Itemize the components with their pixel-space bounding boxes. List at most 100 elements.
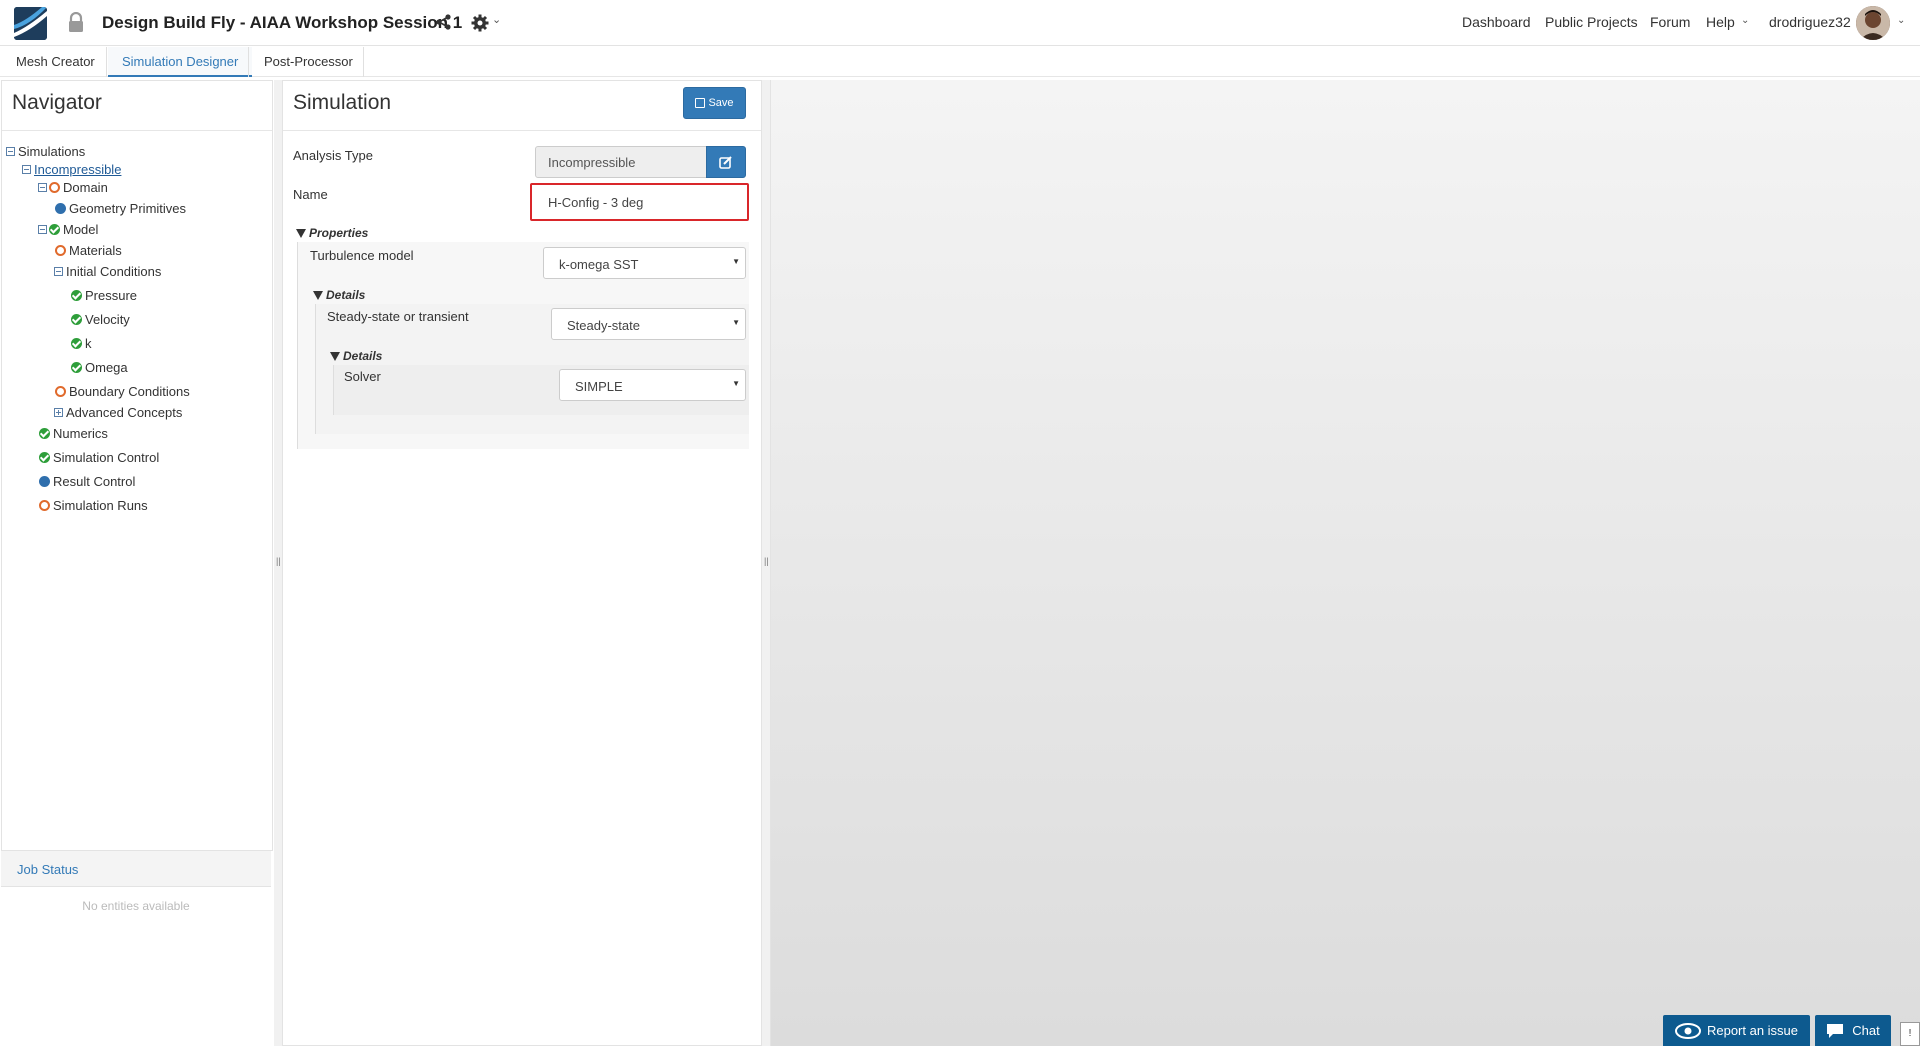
status-ok-icon bbox=[39, 427, 50, 439]
status-ok-icon bbox=[71, 337, 82, 349]
collapse-icon[interactable] bbox=[38, 182, 47, 192]
status-ok-icon bbox=[71, 361, 82, 373]
tree-label: Velocity bbox=[85, 311, 130, 327]
tree-label: Advanced Concepts bbox=[66, 404, 183, 420]
chevron-down-icon[interactable]: ⌄ bbox=[492, 13, 501, 26]
tree-item-simulation-runs[interactable]: Simulation Runs bbox=[37, 497, 148, 513]
status-ok-icon bbox=[71, 313, 82, 325]
tree-item-simulations[interactable]: Simulations bbox=[6, 143, 85, 159]
tree-item-k[interactable]: k bbox=[69, 335, 92, 351]
floppy-icon bbox=[695, 98, 706, 108]
properties-toggle[interactable]: Properties bbox=[296, 226, 368, 240]
tree-label: Result Control bbox=[53, 473, 136, 489]
job-status-title[interactable]: Job Status bbox=[17, 862, 78, 877]
status-defined-icon bbox=[55, 202, 66, 214]
report-issue-button[interactable]: Report an issue bbox=[1663, 1015, 1810, 1046]
expand-icon[interactable] bbox=[54, 407, 63, 417]
turbulence-value: k-omega SST bbox=[559, 257, 639, 272]
status-defined-icon bbox=[39, 475, 50, 487]
collapse-icon[interactable] bbox=[38, 224, 47, 234]
status-pending-icon bbox=[39, 499, 50, 511]
analysis-type-label: Analysis Type bbox=[293, 148, 373, 163]
collapse-icon[interactable] bbox=[22, 164, 31, 174]
job-status-header[interactable]: Job Status bbox=[1, 851, 271, 887]
feedback-corner-button[interactable]: ! bbox=[1900, 1022, 1920, 1046]
solver-label: Solver bbox=[344, 369, 381, 384]
tree-label: Omega bbox=[85, 359, 128, 375]
nav-help[interactable]: Help bbox=[1706, 14, 1735, 30]
simulation-panel: Simulation Save Analysis Type Incompress… bbox=[282, 80, 762, 1046]
details-toggle[interactable]: Details bbox=[313, 288, 365, 302]
details-label: Details bbox=[326, 288, 366, 302]
panel-resize-handle[interactable]: || bbox=[762, 80, 770, 1046]
tree-item-simulation-control[interactable]: Simulation Control bbox=[37, 449, 159, 465]
nav-public-projects[interactable]: Public Projects bbox=[1545, 14, 1638, 30]
nav-forum[interactable]: Forum bbox=[1650, 14, 1690, 30]
name-field[interactable] bbox=[530, 183, 749, 221]
avatar[interactable] bbox=[1856, 6, 1890, 40]
tree-item-initial-conditions[interactable]: Initial Conditions bbox=[54, 263, 161, 279]
tree-item-domain[interactable]: Domain bbox=[38, 179, 108, 195]
top-bar: Design Build Fly - AIAA Workshop Session… bbox=[0, 0, 1920, 46]
tree-item-advanced-concepts[interactable]: Advanced Concepts bbox=[54, 404, 182, 420]
logo-icon[interactable] bbox=[14, 7, 47, 40]
chevron-down-icon[interactable]: ⌄ bbox=[1897, 15, 1905, 26]
divider bbox=[283, 130, 761, 131]
tab-post-processor[interactable]: Post-Processor bbox=[250, 47, 367, 77]
chevron-down-icon[interactable]: ⌄ bbox=[1741, 15, 1749, 26]
share-icon[interactable] bbox=[435, 13, 453, 31]
tree-item-incompressible[interactable]: Incompressible bbox=[22, 161, 121, 177]
panel-resize-handle[interactable]: || bbox=[274, 80, 282, 1046]
collapse-icon[interactable] bbox=[54, 266, 63, 276]
edit-analysis-type-button[interactable] bbox=[706, 146, 746, 178]
tree-item-result-control[interactable]: Result Control bbox=[37, 473, 135, 489]
solver-value: SIMPLE bbox=[575, 379, 623, 394]
tree-item-materials[interactable]: Materials bbox=[53, 242, 122, 258]
simulation-title: Simulation bbox=[293, 91, 392, 114]
tab-divider bbox=[248, 47, 249, 77]
project-title: Design Build Fly - AIAA Workshop Session… bbox=[102, 13, 463, 32]
tree-item-velocity[interactable]: Velocity bbox=[69, 311, 130, 327]
tab-simulation-designer[interactable]: Simulation Designer bbox=[108, 47, 253, 77]
save-label: Save bbox=[708, 97, 734, 109]
eye-icon bbox=[1674, 1022, 1701, 1039]
job-status-panel: Job Status No entities available bbox=[1, 850, 273, 1046]
tree-label[interactable]: Incompressible bbox=[34, 162, 121, 177]
divider bbox=[2, 130, 272, 131]
tree-label: Domain bbox=[63, 179, 108, 195]
nav-username[interactable]: drodriguez32 bbox=[1769, 14, 1851, 30]
tab-mesh-creator[interactable]: Mesh Creator bbox=[2, 47, 109, 77]
nav-dashboard[interactable]: Dashboard bbox=[1462, 14, 1531, 30]
tree-label: Simulation Runs bbox=[53, 497, 148, 513]
tree-label: Simulation Control bbox=[53, 449, 160, 465]
job-status-empty: No entities available bbox=[82, 899, 190, 913]
chat-label: Chat bbox=[1852, 1023, 1880, 1038]
tree-item-geometry-primitives[interactable]: Geometry Primitives bbox=[53, 200, 186, 216]
tree-label: Numerics bbox=[53, 425, 108, 441]
tree-label: Boundary Conditions bbox=[69, 383, 190, 399]
tree-item-pressure[interactable]: Pressure bbox=[69, 287, 137, 303]
chat-button[interactable]: Chat bbox=[1815, 1015, 1891, 1046]
solver-select[interactable]: SIMPLE ▼ bbox=[559, 369, 746, 401]
tree-item-boundary-conditions[interactable]: Boundary Conditions bbox=[53, 383, 190, 399]
triangle-down-icon bbox=[313, 290, 323, 300]
save-button[interactable]: Save bbox=[683, 87, 746, 119]
grip-icon[interactable]: || bbox=[764, 556, 769, 566]
steady-state-select[interactable]: Steady-state ▼ bbox=[551, 308, 746, 340]
details-toggle[interactable]: Details bbox=[330, 349, 382, 363]
3d-viewer[interactable] bbox=[770, 80, 1920, 1046]
chat-icon bbox=[1827, 1023, 1844, 1038]
gear-icon[interactable] bbox=[470, 13, 490, 33]
tree-label: Initial Conditions bbox=[66, 263, 162, 279]
status-ok-icon bbox=[71, 289, 82, 301]
collapse-icon[interactable] bbox=[6, 146, 15, 156]
turbulence-select[interactable]: k-omega SST ▼ bbox=[543, 247, 746, 279]
tree-item-numerics[interactable]: Numerics bbox=[37, 425, 108, 441]
tree-label: Pressure bbox=[85, 287, 138, 303]
triangle-down-icon bbox=[296, 228, 306, 238]
triangle-down-icon bbox=[330, 351, 340, 361]
tree-item-omega[interactable]: Omega bbox=[69, 359, 128, 375]
tree-item-model[interactable]: Model bbox=[38, 221, 98, 237]
tree-label: Model bbox=[63, 221, 99, 237]
grip-icon[interactable]: || bbox=[276, 556, 281, 566]
